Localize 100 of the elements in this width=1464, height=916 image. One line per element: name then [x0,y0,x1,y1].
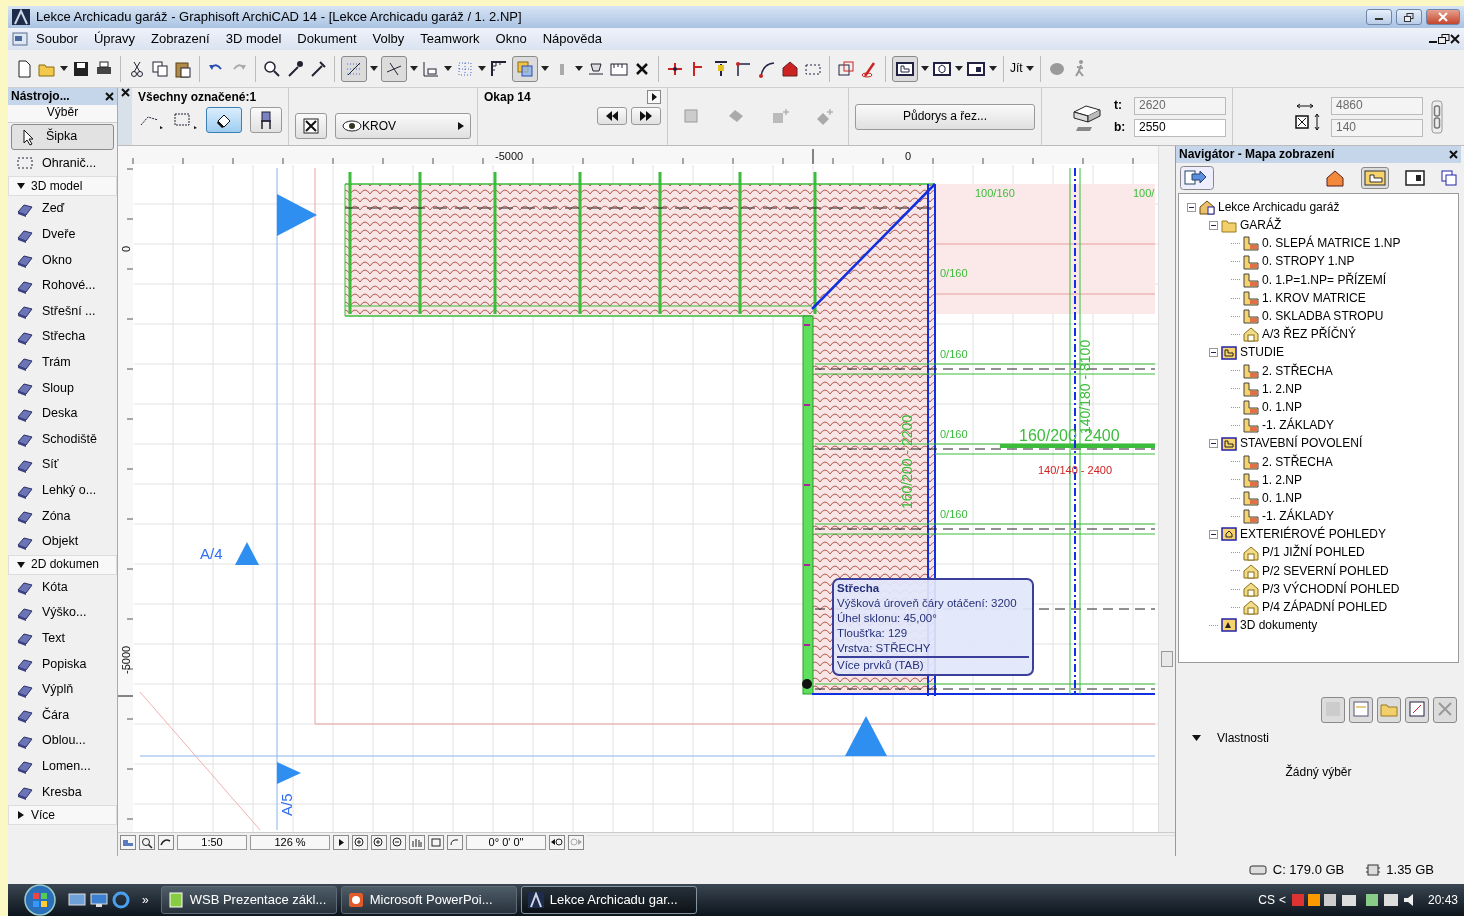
collapse-icon[interactable] [1187,202,1196,212]
close-icon[interactable] [105,92,114,101]
ruler-corner-icon[interactable] [489,58,509,79]
browser-icon[interactable] [112,891,130,909]
tool-item[interactable]: Výplň [8,676,117,703]
edit-view-icon[interactable] [1407,699,1427,719]
caret-icon[interactable] [60,65,68,72]
close-icon[interactable] [1450,34,1460,44]
caret-icon[interactable] [541,65,549,72]
tree-item[interactable]: STUDIE [1240,345,1284,360]
menu-item[interactable]: Volby [364,31,413,47]
project-map-icon[interactable] [1325,169,1345,187]
tree-item[interactable]: 0. STROPY 1.NP [1262,254,1355,269]
menu-item[interactable]: Úpravy [85,31,144,47]
tree-item[interactable]: P/1 JIŽNÍ POHLED [1262,545,1365,560]
tool-item[interactable]: Kóta [8,574,117,601]
collapse-icon[interactable] [1209,529,1218,539]
tree-item[interactable]: Lekce Archicadu garáž [1218,199,1340,215]
tool-item[interactable]: Zóna [8,503,117,529]
properties-label[interactable]: Vlastnosti [1217,730,1270,746]
tool-item[interactable]: Trám [8,349,117,376]
scrollbar-thumb[interactable] [1161,651,1173,667]
scale-field[interactable]: 1:50 [177,835,247,850]
magnifier-icon[interactable] [139,835,155,850]
layout-book-icon[interactable] [1405,170,1425,186]
tool-item[interactable]: Oblou... [8,728,117,754]
tree-item[interactable]: P/4 ZÁPADNÍ POHLED [1262,600,1388,615]
tree-item[interactable]: 1. KROV MATRICE [1262,290,1366,306]
group-icon[interactable] [836,58,856,79]
tool-item[interactable]: Ohranič... [8,150,117,177]
caret-icon[interactable] [575,65,583,72]
menu-item[interactable]: Zobrazení [143,31,218,47]
tool-item[interactable]: Lomen... [8,753,117,780]
caret-icon[interactable] [370,65,378,72]
construction-button[interactable] [295,113,327,139]
tool-group-header[interactable]: 3D model [8,176,117,197]
tool-item[interactable]: Dveře [8,221,117,248]
tree-item[interactable]: 0. 1.NP [1262,399,1303,415]
caret-icon[interactable] [444,65,452,72]
clock-text[interactable]: 20:43 [1427,892,1458,908]
tree-item[interactable]: P/3 VÝCHODNÍ POHLED [1262,581,1400,597]
tool-item[interactable]: Výško... [8,600,117,626]
tool-item[interactable]: Text [8,625,117,652]
caret-icon[interactable] [478,65,486,72]
tree-item[interactable]: 1. 2.NP [1262,472,1303,488]
zoom-in-icon[interactable] [371,835,387,850]
object-button[interactable] [250,107,282,134]
tree-item[interactable]: A/3 ŘEZ PŘÍČNÝ [1262,327,1357,342]
taskbar-button[interactable]: WSB Prezentace zákl... [160,886,337,914]
previous-zoom-icon[interactable] [549,835,565,850]
publish-icon[interactable] [1180,166,1214,190]
close-icon[interactable] [120,88,130,97]
language-indicator[interactable]: CS [1258,892,1275,908]
tool-item[interactable]: Střecha [8,324,117,350]
menu-item[interactable]: Dokument [289,31,365,47]
monitor-icon[interactable] [90,892,108,908]
tool-item[interactable]: Lehký o... [8,477,117,504]
tool-item[interactable]: Schodiště [8,426,117,453]
tree-item[interactable]: GARÁŽ [1240,218,1282,233]
menu-item[interactable]: Soubor [28,31,86,47]
copy-icon[interactable] [150,58,170,79]
view-settings-button[interactable]: Půdorys a řez... [855,103,1035,130]
layer-selector[interactable]: KROV [335,113,471,139]
more-button[interactable]: » [134,892,157,908]
tool-item[interactable]: Rohové... [8,272,117,299]
tool-item[interactable]: Střešní ... [8,298,117,325]
tool-item[interactable]: Šipka [11,124,114,150]
tree-item[interactable]: 0. SKLADBA STROPU [1262,309,1384,324]
input-field[interactable]: 2550 [1134,118,1226,137]
menu-item[interactable]: Teamwork [412,31,488,47]
taskbar-button[interactable]: Lekce Archicadu gar... [520,886,697,914]
section-marker[interactable] [277,194,317,236]
publisher-icon[interactable] [1441,170,1457,186]
menu-item[interactable]: Okno [487,31,535,47]
tree-item[interactable]: 1. 2.NP [1262,381,1303,397]
tool-item[interactable]: Sloup [8,375,117,401]
tool-item[interactable]: Čára [8,702,117,729]
play-icon[interactable] [333,835,349,850]
tool-group-header[interactable]: 2D dokumen [8,554,117,575]
caret-icon[interactable] [921,65,929,72]
angle-field[interactable]: 0° 0' 0" [466,835,546,850]
new-view-icon[interactable] [1351,699,1371,719]
desktop-icon[interactable] [68,892,86,908]
tool-item[interactable]: Okno [8,247,117,273]
menu-item[interactable]: Nápověda [534,31,610,47]
tree-item[interactable]: P/2 SEVERNÍ POHLED [1262,563,1389,579]
collapse-icon[interactable] [1209,439,1218,449]
menu-item[interactable]: 3D model [217,31,290,47]
tree-item[interactable]: 0. 1.NP [1262,490,1303,506]
collapse-icon[interactable] [1209,348,1218,358]
previous-button[interactable] [597,107,627,126]
tool-item[interactable]: Objekt [8,528,117,555]
caret-icon[interactable] [410,65,418,72]
caret-icon[interactable] [955,65,963,72]
fit-icon[interactable] [428,835,444,850]
view-map-icon[interactable] [1364,170,1386,186]
vertical-scrollbar[interactable] [1158,146,1175,832]
rectangle-method-icon[interactable] [172,111,198,130]
section-marker[interactable] [277,762,301,784]
collapse-icon[interactable] [1209,220,1218,230]
